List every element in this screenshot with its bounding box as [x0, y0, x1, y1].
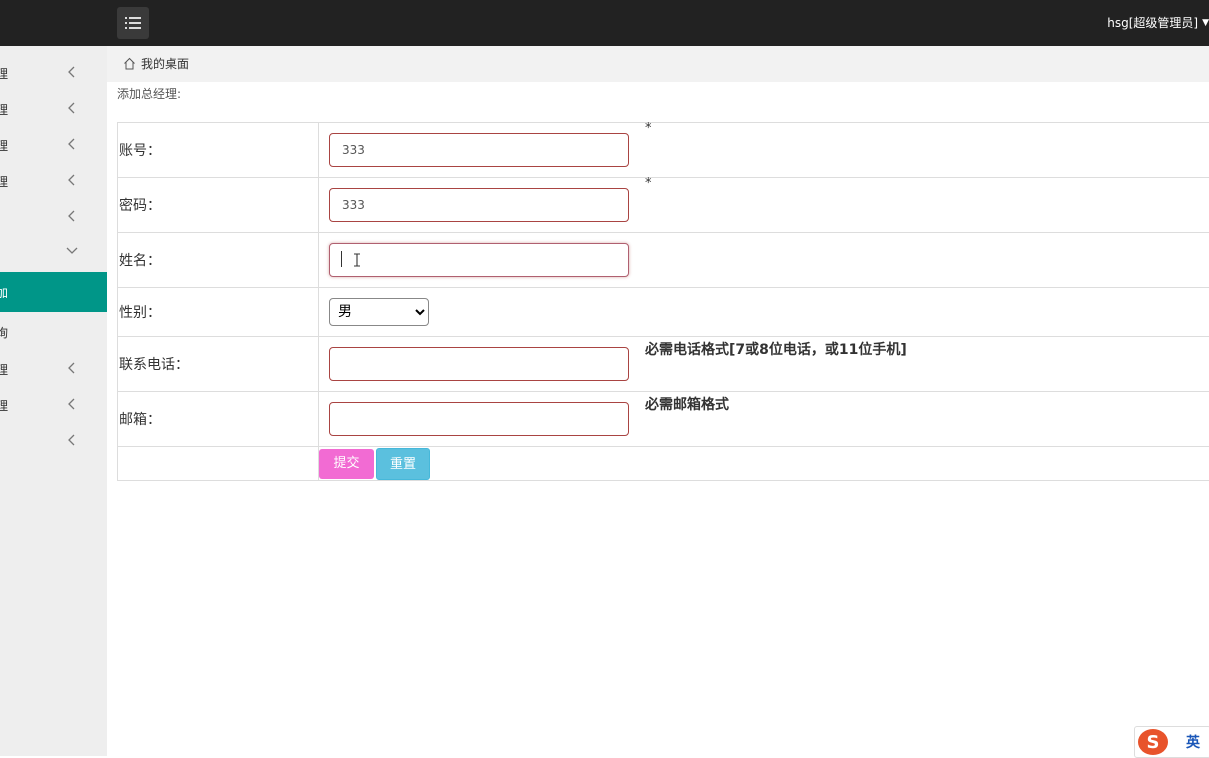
phone-input[interactable]	[329, 347, 629, 381]
sidebar-item-label: 理	[0, 101, 8, 118]
manager-form: 账号： * 密码： * 姓名： 性别： 男	[117, 122, 1209, 481]
ime-toolbar[interactable]: S 英	[1134, 726, 1209, 758]
user-menu[interactable]: hsg[超级管理员] ▼	[1107, 14, 1209, 31]
reset-button[interactable]: 重置	[376, 448, 430, 480]
sidebar-item-4[interactable]: 理	[0, 163, 107, 199]
text-caret	[341, 251, 342, 267]
required-mark: *	[645, 121, 652, 136]
phone-label: 联系电话：	[118, 337, 319, 392]
form-row-name: 姓名：	[118, 233, 1209, 288]
sidebar-item-7[interactable]: 加	[0, 272, 107, 312]
gender-select[interactable]: 男	[329, 298, 429, 326]
breadcrumb-home[interactable]: 我的桌面	[123, 55, 189, 72]
chevron-left-icon	[66, 64, 76, 80]
required-mark: *	[645, 176, 652, 191]
sidebar-item-6[interactable]	[0, 235, 107, 271]
sidebar-item-label: 理	[0, 137, 8, 154]
email-hint: 必需邮箱格式	[645, 394, 729, 414]
password-label: 密码：	[118, 178, 319, 233]
form-row-email: 邮箱： 必需邮箱格式	[118, 392, 1209, 447]
name-input-wrap	[329, 243, 629, 277]
account-cell: *	[319, 123, 1209, 178]
submit-button[interactable]: 提交	[319, 449, 374, 479]
sidebar: 理 理 理 理 加 询 理 理	[0, 46, 107, 756]
account-label: 账号：	[118, 123, 319, 178]
actions-cell: 提交重置	[319, 447, 1209, 481]
sidebar-item-2[interactable]: 理	[0, 91, 107, 127]
page-title: 添加总经理:	[117, 85, 181, 102]
chevron-left-icon	[66, 100, 76, 116]
sidebar-item-label: 询	[0, 324, 8, 341]
name-cell	[319, 233, 1209, 288]
text-cursor-icon	[353, 253, 361, 267]
chevron-left-icon	[66, 360, 76, 376]
chevron-down-icon	[64, 246, 80, 256]
form-row-gender: 性别： 男	[118, 288, 1209, 337]
form-row-phone: 联系电话： 必需电话格式[7或8位电话，或11位手机]	[118, 337, 1209, 392]
gender-label: 性别：	[118, 288, 319, 337]
chevron-left-icon	[66, 136, 76, 152]
phone-hint: 必需电话格式[7或8位电话，或11位手机]	[645, 339, 907, 359]
phone-cell: 必需电话格式[7或8位电话，或11位手机]	[319, 337, 1209, 392]
chevron-left-icon	[66, 396, 76, 412]
name-label: 姓名：	[118, 233, 319, 288]
chevron-left-icon	[66, 172, 76, 188]
breadcrumb-home-label: 我的桌面	[141, 55, 189, 72]
actions-label-cell	[118, 447, 319, 481]
sidebar-item-3[interactable]: 理	[0, 127, 107, 163]
sidebar-item-label: 理	[0, 361, 8, 378]
caret-down-icon: ▼	[1202, 18, 1209, 28]
password-input[interactable]	[329, 188, 629, 222]
list-icon	[125, 16, 141, 30]
name-input[interactable]	[329, 243, 629, 277]
sidebar-item-5[interactable]	[0, 199, 107, 235]
account-input[interactable]	[329, 133, 629, 167]
sidebar-item-9[interactable]: 理	[0, 351, 107, 387]
user-label: hsg[超级管理员]	[1107, 14, 1198, 31]
form-row-password: 密码： *	[118, 178, 1209, 233]
sidebar-item-11[interactable]	[0, 423, 107, 459]
sidebar-item-8[interactable]: 询	[0, 314, 107, 350]
gender-cell: 男	[319, 288, 1209, 337]
sidebar-item-label: 理	[0, 65, 8, 82]
email-input[interactable]	[329, 402, 629, 436]
sidebar-item-label: 加	[0, 284, 8, 301]
email-cell: 必需邮箱格式	[319, 392, 1209, 447]
email-label: 邮箱：	[118, 392, 319, 447]
form-row-actions: 提交重置	[118, 447, 1209, 481]
home-icon	[123, 57, 136, 70]
sidebar-item-1[interactable]: 理	[0, 55, 107, 91]
breadcrumb: 我的桌面	[107, 46, 1209, 82]
menu-toggle-button[interactable]	[117, 7, 149, 39]
form-row-account: 账号： *	[118, 123, 1209, 178]
top-navbar: hsg[超级管理员] ▼	[0, 0, 1209, 46]
ime-logo: S	[1138, 729, 1168, 755]
sidebar-item-label: 理	[0, 173, 8, 190]
chevron-left-icon	[66, 208, 76, 224]
sidebar-item-10[interactable]: 理	[0, 387, 107, 423]
ime-language-toggle[interactable]: 英	[1186, 732, 1200, 752]
chevron-left-icon	[66, 432, 76, 448]
sidebar-item-label: 理	[0, 397, 8, 414]
password-cell: *	[319, 178, 1209, 233]
